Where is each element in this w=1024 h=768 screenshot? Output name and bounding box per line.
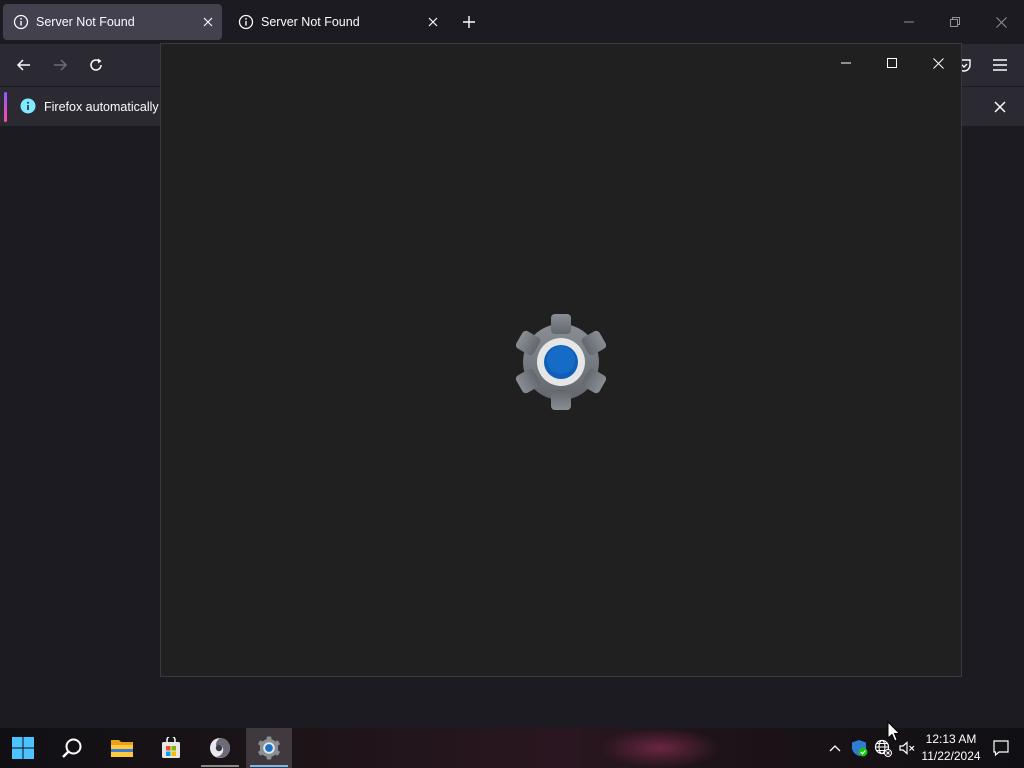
info-icon <box>20 98 36 114</box>
new-tab-button[interactable] <box>456 9 482 35</box>
notification-text: Firefox automatically s <box>44 100 169 114</box>
file-explorer-button[interactable] <box>99 728 145 768</box>
restore-icon <box>950 17 960 27</box>
hamburger-menu-icon <box>993 59 1007 71</box>
show-hidden-icons-button[interactable] <box>824 737 846 759</box>
settings-taskbar-button[interactable] <box>246 728 292 768</box>
tab-title: Server Not Found <box>261 15 360 29</box>
reload-button[interactable] <box>82 51 110 79</box>
shield-icon <box>852 740 868 757</box>
close-icon <box>932 57 944 69</box>
mouse-cursor-icon <box>887 721 901 742</box>
forward-button[interactable] <box>46 51 74 79</box>
clock-time: 12:13 AM <box>925 732 977 746</box>
browser-minimize-button[interactable] <box>894 8 924 36</box>
microsoft-store-button[interactable] <box>148 728 194 768</box>
info-icon <box>238 14 254 30</box>
notification-close-button[interactable] <box>988 95 1012 119</box>
firefox-icon <box>210 738 230 758</box>
clock-date: 11/22/2024 <box>921 749 981 763</box>
info-icon <box>13 14 29 30</box>
taskbar: 12:13 AM 11/22/2024 <box>0 728 1024 768</box>
search-button[interactable] <box>49 728 95 768</box>
tab-server-not-found-2[interactable]: Server Not Found <box>228 4 447 40</box>
plus-icon <box>463 16 475 28</box>
browser-titlebar: Server Not Found Server Not Found <box>0 0 1024 44</box>
wallpaper-glow <box>600 728 720 768</box>
tab-title: Server Not Found <box>36 15 135 29</box>
microsoft-store-icon <box>162 737 180 758</box>
browser-restore-button[interactable] <box>940 8 970 36</box>
start-icon <box>12 737 34 759</box>
file-explorer-icon <box>111 740 133 757</box>
app-menu-button[interactable] <box>986 51 1014 79</box>
back-arrow-icon <box>16 59 30 71</box>
minimize-icon <box>841 62 851 64</box>
tab-server-not-found-1[interactable]: Server Not Found <box>3 4 222 40</box>
chevron-up-icon <box>829 745 841 752</box>
back-button[interactable] <box>10 51 38 79</box>
notification-icon <box>993 740 1009 757</box>
windows-security-button[interactable] <box>848 737 870 759</box>
notification-accent <box>4 92 7 122</box>
settings-icon <box>258 736 280 760</box>
reload-icon <box>90 58 102 71</box>
close-icon <box>995 16 1007 28</box>
minimize-icon <box>904 21 914 23</box>
running-indicator <box>201 765 239 767</box>
forward-arrow-icon <box>54 59 68 71</box>
close-icon <box>994 101 1006 113</box>
notification-center-button[interactable] <box>990 737 1012 759</box>
maximize-icon <box>887 58 897 68</box>
settings-minimize-button[interactable] <box>823 48 869 78</box>
active-indicator <box>250 765 288 767</box>
browser-close-button[interactable] <box>986 8 1016 36</box>
settings-close-button[interactable] <box>915 48 961 78</box>
settings-maximize-button[interactable] <box>869 48 915 78</box>
system-clock[interactable]: 12:13 AM 11/22/2024 <box>916 731 986 765</box>
settings-splash-window <box>160 43 962 677</box>
close-tab-icon[interactable] <box>196 10 220 34</box>
close-tab-icon[interactable] <box>421 10 445 34</box>
start-button[interactable] <box>0 728 46 768</box>
firefox-taskbar-button[interactable] <box>197 728 243 768</box>
settings-gear-icon <box>515 314 607 410</box>
search-icon <box>62 738 82 758</box>
